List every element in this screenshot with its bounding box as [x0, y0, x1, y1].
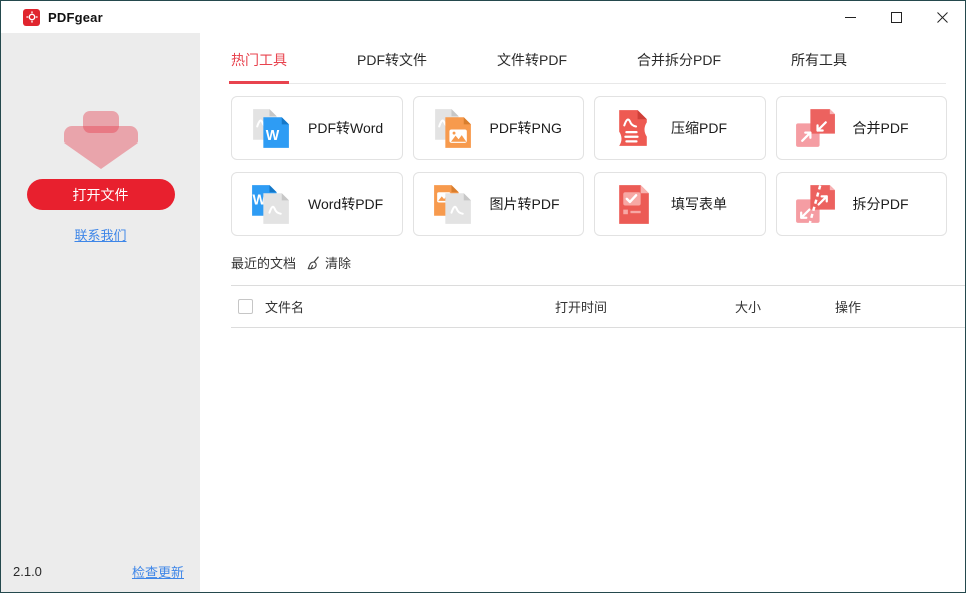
clear-recent-button[interactable]: 清除: [306, 253, 351, 272]
tool-card-word-to-pdf[interactable]: W Word转PDF: [231, 172, 403, 236]
tool-card-label: 拆分PDF: [852, 196, 909, 212]
tool-card-image-to-pdf[interactable]: 图片转PDF: [412, 172, 584, 236]
recent-documents-title: 最近的文档: [231, 256, 297, 271]
select-all-cell: [231, 299, 265, 314]
open-file-button[interactable]: 打开文件: [26, 179, 175, 210]
close-button[interactable]: [919, 1, 965, 33]
window-title: PDFgear: [48, 9, 103, 25]
tool-card-label: 填写表单: [671, 196, 727, 212]
pdf-to-png-icon: [434, 108, 471, 148]
contact-us-link[interactable]: 联系我们: [74, 225, 126, 244]
window-controls: [827, 1, 965, 33]
maximize-icon: [890, 11, 902, 23]
tool-card-grid: W PDF转Word PDF转PNG 压缩PDF 合并PDF W Word转PD…: [231, 96, 947, 236]
clear-recent-label: 清除: [325, 256, 352, 271]
tool-card-label: 合并PDF: [852, 120, 909, 136]
tab-file-to-pdf[interactable]: 文件转PDF: [497, 50, 567, 83]
tab-all-tools[interactable]: 所有工具: [791, 50, 847, 83]
tab-hot-tools[interactable]: 热门工具: [229, 50, 289, 84]
tool-card-label: PDF转PNG: [489, 120, 562, 136]
svg-text:W: W: [266, 127, 280, 143]
tool-card-split-pdf[interactable]: 拆分PDF: [775, 172, 947, 236]
tool-card-pdf-to-png[interactable]: PDF转PNG: [412, 96, 584, 160]
recent-documents-bar: 最近的文档 清除: [231, 253, 947, 272]
column-size: 大小: [735, 300, 762, 315]
maximize-button[interactable]: [873, 1, 919, 33]
recent-files-table-header: 文件名 打开时间 大小 操作: [231, 285, 965, 328]
tab-merge-split-pdf[interactable]: 合并拆分PDF: [637, 50, 721, 83]
tab-pdf-to-file[interactable]: PDF转文件: [357, 50, 427, 83]
compress-pdf-icon: [619, 109, 647, 146]
recent-files-empty-area: [200, 328, 965, 592]
check-update-link[interactable]: 检查更新: [132, 562, 184, 581]
main-panel: 热门工具 PDF转文件 文件转PDF 合并拆分PDF 所有工具 W PDF转Wo…: [200, 33, 965, 592]
download-arrow-icon: [63, 111, 138, 169]
pdf-to-word-icon: W: [253, 108, 289, 148]
tool-card-merge-pdf[interactable]: 合并PDF: [775, 96, 947, 160]
version-label: 2.1.0: [13, 564, 42, 579]
titlebar: PDFgear: [1, 1, 965, 33]
app-window: PDFgear 打开文件 联系我们 2.1.0 检查更新 热门工具 PDF转文件…: [0, 0, 966, 593]
select-all-checkbox[interactable]: [238, 299, 253, 314]
tool-card-label: Word转PDF: [308, 196, 384, 212]
column-filename: 文件名: [265, 300, 305, 315]
image-to-pdf-icon: [433, 184, 471, 224]
merge-pdf-icon: [795, 108, 835, 147]
app-logo-icon: [23, 8, 40, 26]
split-pdf-icon: [795, 183, 835, 225]
tool-card-label: 图片转PDF: [489, 196, 560, 212]
fill-forms-icon: [619, 184, 649, 224]
column-open-time: 打开时间: [555, 300, 608, 315]
sidebar-bottom: 2.1.0 检查更新: [13, 562, 184, 581]
tab-bar: 热门工具 PDF转文件 文件转PDF 合并拆分PDF 所有工具: [229, 47, 946, 84]
word-to-pdf-icon: W: [252, 184, 289, 224]
broom-icon: [307, 256, 319, 270]
tool-card-label: PDF转Word: [308, 120, 384, 136]
minimize-icon: [844, 16, 856, 18]
column-action: 操作: [835, 300, 862, 315]
tool-card-label: 压缩PDF: [671, 120, 727, 136]
tool-card-pdf-to-word[interactable]: W PDF转Word: [231, 96, 403, 160]
tool-card-compress-pdf[interactable]: 压缩PDF: [594, 96, 766, 160]
tool-card-fill-forms[interactable]: 填写表单: [594, 172, 766, 236]
minimize-button[interactable]: [827, 1, 873, 33]
sidebar: 打开文件 联系我们 2.1.0 检查更新: [1, 33, 200, 592]
close-icon: [936, 11, 948, 23]
